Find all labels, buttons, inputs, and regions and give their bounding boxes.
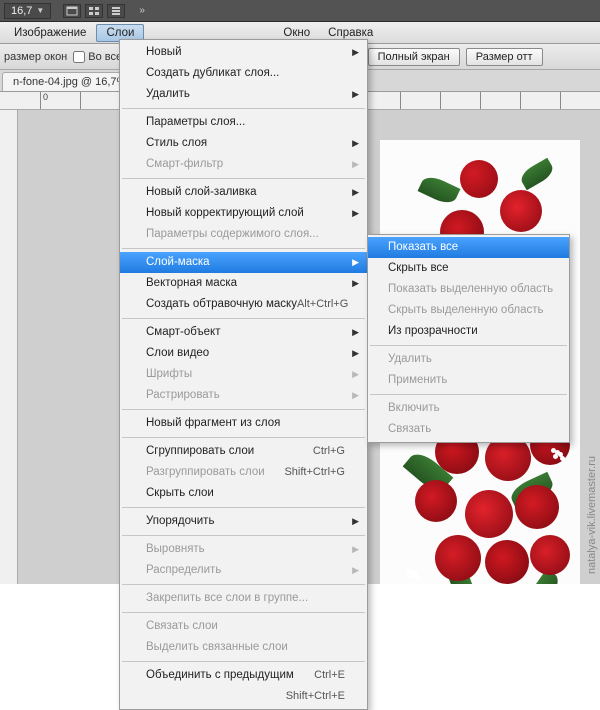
menu-item-content-options: Параметры содержимого слоя... bbox=[120, 224, 367, 245]
submenu-arrow-icon: ▶ bbox=[352, 87, 359, 102]
menu-item-type: Шрифты▶ bbox=[120, 364, 367, 385]
menu-separator bbox=[122, 437, 365, 438]
submenu-item-from-transparency[interactable]: Из прозрачности bbox=[368, 321, 569, 342]
fullscreen-button[interactable]: Полный экран bbox=[368, 48, 460, 66]
chevron-down-icon: ▼ bbox=[36, 6, 44, 15]
submenu-item-enable: Включить bbox=[368, 398, 569, 419]
submenu-item-link: Связать bbox=[368, 419, 569, 440]
menu-item-select-linked: Выделить связанные слои bbox=[120, 637, 367, 658]
submenu-item-hide-selection: Скрыть выделенную область bbox=[368, 300, 569, 321]
submenu-arrow-icon: ▶ bbox=[352, 157, 359, 172]
submenu-arrow-icon: ▶ bbox=[352, 45, 359, 60]
menu-item-vector-mask[interactable]: Векторная маска▶ bbox=[120, 273, 367, 294]
menu-separator bbox=[370, 394, 567, 395]
stack-view-icon[interactable] bbox=[107, 4, 125, 18]
submenu-arrow-icon: ▶ bbox=[352, 206, 359, 221]
submenu-arrow-icon: ▶ bbox=[352, 276, 359, 291]
menu-item-new-slice[interactable]: Новый фрагмент из слоя bbox=[120, 413, 367, 434]
menu-item-smart-object[interactable]: Смарт-объект▶ bbox=[120, 322, 367, 343]
menu-item-layer-style[interactable]: Стиль слоя▶ bbox=[120, 133, 367, 154]
ruler-vertical bbox=[0, 110, 18, 584]
menu-separator bbox=[122, 318, 365, 319]
submenu-arrow-icon: ▶ bbox=[352, 367, 359, 382]
layers-dropdown-menu: Новый▶ Создать дубликат слоя... Удалить▶… bbox=[119, 39, 368, 710]
menu-item-hide-layers[interactable]: Скрыть слои bbox=[120, 483, 367, 504]
app-top-toolbar: 16,7 ▼ » bbox=[0, 0, 600, 22]
menu-separator bbox=[122, 535, 365, 536]
menu-separator bbox=[122, 248, 365, 249]
checkbox-icon[interactable] bbox=[73, 51, 85, 63]
submenu-item-hide-all[interactable]: Скрыть все bbox=[368, 258, 569, 279]
menu-separator bbox=[122, 409, 365, 410]
menu-item-layer-mask[interactable]: Слой-маска▶ bbox=[120, 252, 367, 273]
menu-item-merge-visible[interactable]: Shift+Ctrl+E bbox=[120, 686, 367, 707]
menu-item-merge-down[interactable]: Объединить с предыдущимCtrl+E bbox=[120, 665, 367, 686]
document-tab-label: n-fone-04.jpg @ 16,7% bbox=[13, 76, 126, 88]
submenu-arrow-icon: ▶ bbox=[352, 388, 359, 403]
menu-item-duplicate[interactable]: Создать дубликат слоя... bbox=[120, 63, 367, 84]
grid-view-icon[interactable] bbox=[85, 4, 103, 18]
menu-item-clipping-mask[interactable]: Создать обтравочную маскуAlt+Ctrl+G bbox=[120, 294, 367, 315]
submenu-arrow-icon: ▶ bbox=[352, 346, 359, 361]
menu-separator bbox=[122, 612, 365, 613]
submenu-item-reveal-selection: Показать выделенную область bbox=[368, 279, 569, 300]
menu-separator bbox=[122, 661, 365, 662]
menu-separator bbox=[370, 345, 567, 346]
layer-mask-submenu: Показать все Скрыть все Показать выделен… bbox=[367, 234, 570, 443]
submenu-item-reveal-all[interactable]: Показать все bbox=[368, 237, 569, 258]
menu-item-lock-all: Закрепить все слои в группе... bbox=[120, 588, 367, 609]
menu-item-link-layers: Связать слои bbox=[120, 616, 367, 637]
submenu-arrow-icon: ▶ bbox=[352, 185, 359, 200]
menu-item-smart-filter: Смарт-фильтр▶ bbox=[120, 154, 367, 175]
menu-separator bbox=[122, 108, 365, 109]
resize-windows-label: размер окон bbox=[4, 51, 67, 63]
menu-separator bbox=[122, 507, 365, 508]
menu-item-delete[interactable]: Удалить▶ bbox=[120, 84, 367, 105]
submenu-arrow-icon: ▶ bbox=[352, 542, 359, 557]
menu-separator bbox=[122, 178, 365, 179]
menu-item-layer-properties[interactable]: Параметры слоя... bbox=[120, 112, 367, 133]
submenu-arrow-icon: ▶ bbox=[352, 136, 359, 151]
menu-separator bbox=[122, 584, 365, 585]
menu-image[interactable]: Изображение bbox=[4, 24, 96, 42]
menu-item-group[interactable]: Сгруппировать слоиCtrl+G bbox=[120, 441, 367, 462]
menu-item-video-layers[interactable]: Слои видео▶ bbox=[120, 343, 367, 364]
menu-item-new-adjustment[interactable]: Новый корректирующий слой▶ bbox=[120, 203, 367, 224]
menu-item-distribute: Распределить▶ bbox=[120, 560, 367, 581]
watermark: natalya-vik.livemaster.ru bbox=[586, 456, 598, 574]
submenu-arrow-icon: ▶ bbox=[352, 255, 359, 270]
menu-item-align: Выровнять▶ bbox=[120, 539, 367, 560]
menu-item-ungroup: Разгруппировать слоиShift+Ctrl+G bbox=[120, 462, 367, 483]
overflow-icon[interactable]: » bbox=[139, 5, 145, 16]
screen-mode-icon[interactable] bbox=[63, 4, 81, 18]
submenu-arrow-icon: ▶ bbox=[352, 563, 359, 578]
submenu-arrow-icon: ▶ bbox=[352, 325, 359, 340]
menu-item-new[interactable]: Новый▶ bbox=[120, 42, 367, 63]
hue-button[interactable]: Размер отт bbox=[466, 48, 543, 66]
submenu-item-delete: Удалить bbox=[368, 349, 569, 370]
menu-item-rasterize: Растрировать▶ bbox=[120, 385, 367, 406]
submenu-arrow-icon: ▶ bbox=[352, 514, 359, 529]
menu-item-arrange[interactable]: Упорядочить▶ bbox=[120, 511, 367, 532]
menu-item-new-fill[interactable]: Новый слой-заливка▶ bbox=[120, 182, 367, 203]
zoom-level-field[interactable]: 16,7 ▼ bbox=[4, 3, 51, 19]
view-mode-icons bbox=[63, 4, 125, 18]
zoom-value: 16,7 bbox=[11, 5, 32, 17]
submenu-item-apply: Применить bbox=[368, 370, 569, 391]
